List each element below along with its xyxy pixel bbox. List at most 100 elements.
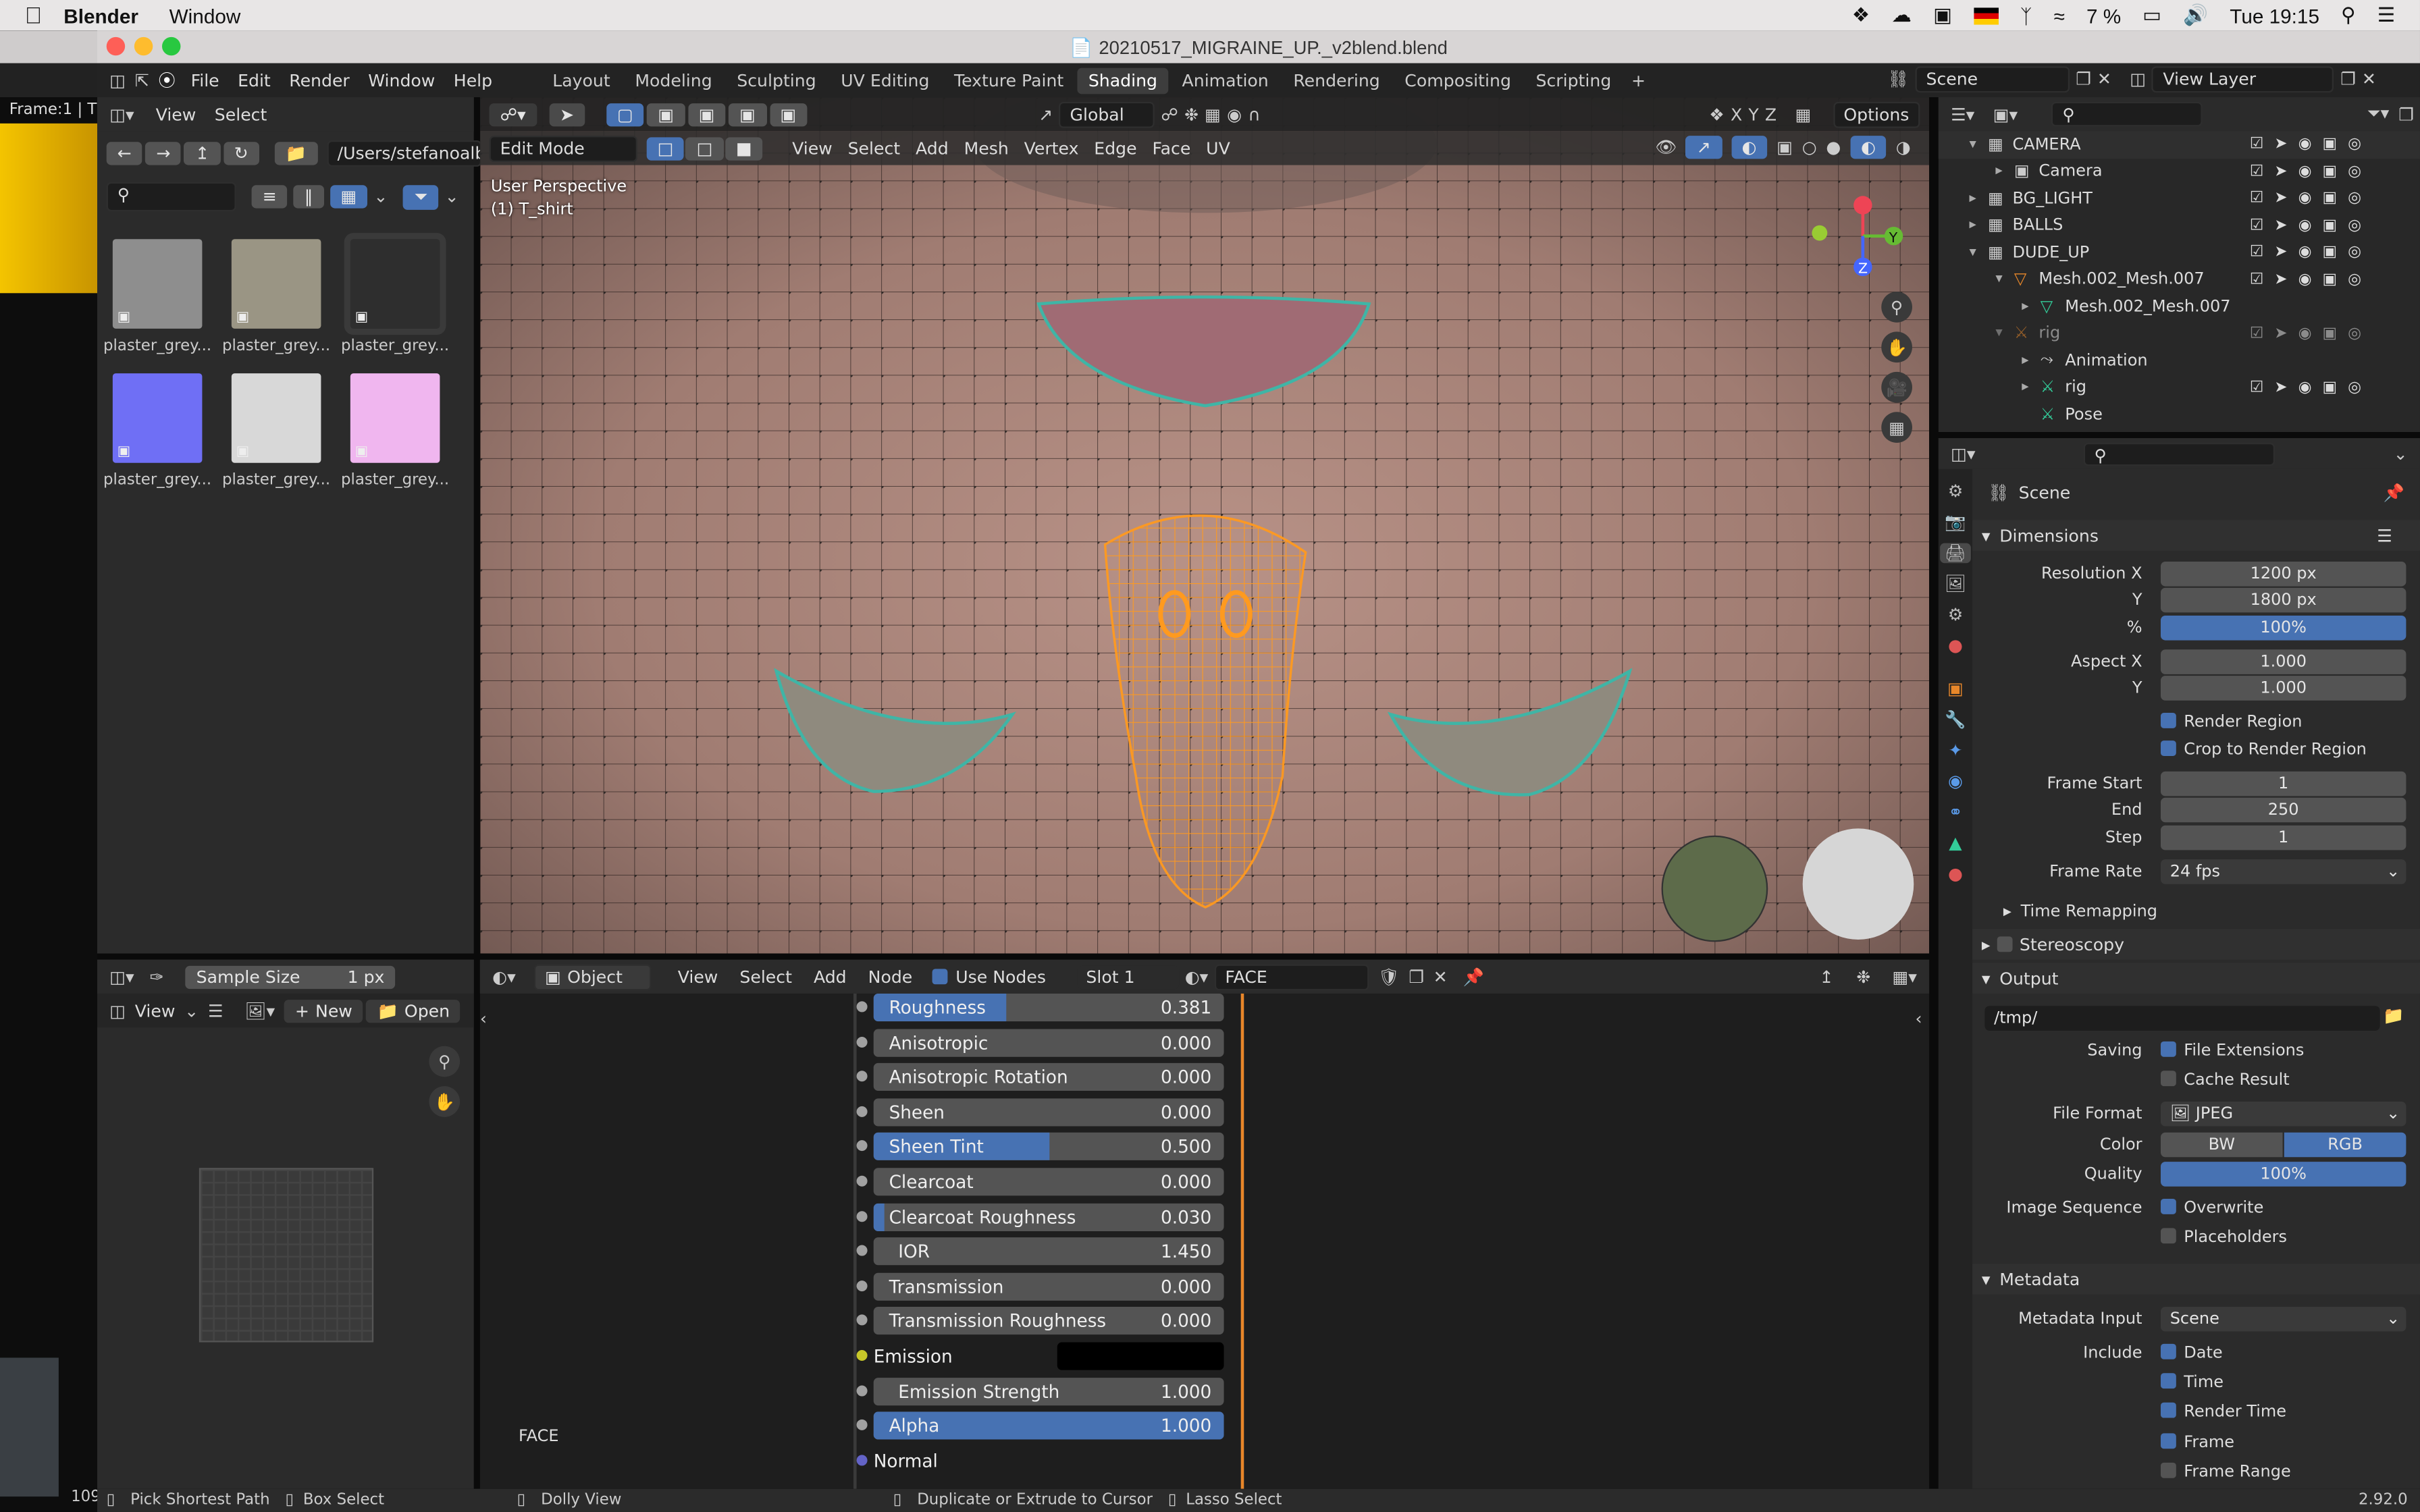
file-thumbnail[interactable]: ▣: [231, 373, 321, 463]
exclude-checkbox-icon[interactable]: ☑: [2250, 271, 2263, 288]
tab-compositing[interactable]: Compositing: [1394, 67, 1522, 93]
new-scene-icon[interactable]: ❐: [2076, 70, 2091, 90]
viewport-render[interactable]: [479, 97, 1930, 954]
metadata-date-checkbox[interactable]: Date: [2160, 1343, 2223, 1362]
pivot-icon[interactable]: ☍: [1161, 105, 1178, 125]
rendered-shading-icon[interactable]: ◑: [1896, 137, 1911, 157]
socket-slider[interactable]: Transmission 0.000: [873, 1272, 1224, 1301]
3d-viewport[interactable]: ☍▾ ➤ ▢ ▣ ▣ ▣ ▣ ↗ Global ☍ ❉ ▦ ◉ ∩ ❖ X Y …: [479, 97, 1930, 954]
folder-icon[interactable]: 📁: [2383, 1006, 2404, 1026]
eye-icon[interactable]: ◉: [2298, 217, 2312, 234]
file-thumbnail[interactable]: ▣: [350, 373, 440, 463]
expand-arrow-icon[interactable]: ▸: [1995, 164, 2014, 180]
res-pct-slider[interactable]: 100%: [2160, 615, 2406, 641]
node-socket-row[interactable]: Anisotropic 0.000: [856, 1027, 1242, 1062]
time-remapping-subpanel[interactable]: ▸ Time Remapping: [2003, 902, 2157, 921]
socket-slider[interactable]: Transmission Roughness 0.000: [873, 1307, 1224, 1336]
vertex-select-icon[interactable]: □: [646, 136, 685, 160]
fb-select-menu[interactable]: Select: [215, 104, 267, 124]
uv-grid[interactable]: [199, 1168, 374, 1343]
world-tab-icon[interactable]: ●: [1948, 636, 1963, 656]
particles-tab-icon[interactable]: ✦: [1948, 740, 1962, 761]
render-icon[interactable]: ◎: [2348, 136, 2361, 153]
node-socket-row[interactable]: Anisotropic Rotation 0.000: [856, 1062, 1242, 1097]
material-browse-icon[interactable]: ◐▾: [1185, 967, 1209, 987]
editor-type-icon[interactable]: ◫▾: [1951, 443, 1975, 464]
vp-menu-add[interactable]: Add: [916, 138, 949, 159]
quality-slider[interactable]: 100%: [2160, 1162, 2406, 1187]
zoom-button[interactable]: [161, 36, 181, 56]
node-socket-row[interactable]: Clearcoat 0.000: [856, 1166, 1242, 1202]
render-icon[interactable]: ◎: [2348, 325, 2361, 342]
editor-type-icon[interactable]: ◫▾: [109, 104, 134, 124]
exclude-checkbox-icon[interactable]: ☑: [2250, 190, 2263, 207]
exclude-checkbox-icon[interactable]: ☑: [2250, 379, 2263, 396]
snap-mode-icon[interactable]: ▦▾: [1892, 967, 1916, 987]
selectable-icon[interactable]: ➤: [2274, 244, 2287, 261]
res-y-field[interactable]: 1800 px: [2160, 587, 2406, 613]
zoom-icon[interactable]: ⚲: [429, 1046, 461, 1077]
exclude-checkbox-icon[interactable]: ☑: [2250, 217, 2263, 234]
pan-hand-icon[interactable]: ✋: [1881, 331, 1912, 363]
ie-view-menu[interactable]: View: [135, 1000, 176, 1021]
aspect-x-field[interactable]: 1.000: [2160, 649, 2406, 674]
render-tab-icon[interactable]: 📷: [1945, 512, 1966, 533]
node-socket[interactable]: [856, 1036, 868, 1048]
socket-slider[interactable]: IOR 1.450: [873, 1237, 1224, 1266]
viewport-icon[interactable]: ▣: [2323, 136, 2338, 153]
clock[interactable]: Tue 19:15: [2230, 4, 2319, 27]
file-thumbnail[interactable]: ▣: [231, 239, 321, 329]
file-thumbnail[interactable]: ▣: [112, 239, 203, 329]
scene-selector[interactable]: Scene: [1915, 66, 2070, 93]
socket-slider[interactable]: Clearcoat 0.000: [873, 1168, 1224, 1196]
tab-scripting[interactable]: Scripting: [1525, 67, 1622, 93]
delete-view-layer-icon[interactable]: ✕: [2362, 70, 2376, 90]
delete-scene-icon[interactable]: ✕: [2097, 70, 2111, 90]
fb-view-menu[interactable]: View: [156, 104, 196, 124]
outliner-row[interactable]: ⚔ Pose: [1939, 401, 2420, 428]
selectable-icon[interactable]: ➤: [2274, 190, 2287, 207]
list-horizontal-icon[interactable]: ‖: [293, 185, 324, 209]
socket-slider[interactable]: Anisotropic Rotation 0.000: [873, 1063, 1224, 1091]
mirror-y-toggle[interactable]: Y: [1748, 105, 1758, 125]
tab-texture-paint[interactable]: Texture Paint: [943, 67, 1074, 93]
material-tab-icon[interactable]: ●: [1948, 864, 1963, 884]
viewport-icon[interactable]: ▣: [2323, 163, 2338, 180]
outliner-row[interactable]: ▸ ▦ BG_LIGHT ☑ ➤ ◉ ▣ ◎: [1939, 185, 2420, 212]
cursor-icon[interactable]: ⇱: [135, 70, 149, 90]
expand-arrow-icon[interactable]: ▸: [1970, 218, 1988, 234]
render-icon[interactable]: ◎: [2348, 271, 2361, 288]
stereoscopy-panel-header[interactable]: ▸ Stereoscopy: [1972, 928, 2420, 960]
sample-size-field[interactable]: Sample Size 1 px: [185, 965, 396, 988]
selectable-icon[interactable]: ➤: [2274, 163, 2287, 180]
node-socket[interactable]: [856, 1210, 868, 1222]
tab-rendering[interactable]: Rendering: [1282, 67, 1390, 93]
battery-text[interactable]: 7 %: [2086, 4, 2121, 27]
menu-icon[interactable]: ☰: [208, 1000, 223, 1021]
eye-icon[interactable]: ◉: [2298, 325, 2312, 342]
vp-menu-select[interactable]: Select: [848, 138, 901, 159]
select-new-icon[interactable]: ▢: [606, 102, 644, 126]
node-socket-row[interactable]: Sheen 0.000: [856, 1097, 1242, 1132]
sidebar-toggle-icon[interactable]: ‹: [1916, 1009, 1922, 1029]
list-vertical-icon[interactable]: ≡: [251, 185, 288, 209]
blender-logo-icon[interactable]: ⦿: [159, 68, 176, 93]
properties-search-input[interactable]: ⚲: [2083, 441, 2275, 466]
object-tab-icon[interactable]: ▣: [1947, 679, 1964, 699]
presets-icon[interactable]: ☰: [2377, 525, 2392, 545]
selectable-icon[interactable]: ➤: [2274, 217, 2287, 234]
editor-type-icon[interactable]: ◫▾: [109, 967, 134, 987]
eye-icon[interactable]: ◉: [2298, 190, 2312, 207]
render-icon[interactable]: ◎: [2348, 217, 2361, 234]
menu-render[interactable]: Render: [289, 70, 350, 90]
color-bw-button[interactable]: BW: [2160, 1132, 2283, 1158]
outliner-row[interactable]: ▸ ▣ Camera ☑ ➤ ◉ ▣ ◎: [1939, 158, 2420, 185]
editor-type-icon[interactable]: ◫: [109, 70, 126, 90]
vp-menu-view[interactable]: View: [792, 138, 833, 159]
node-socket[interactable]: [856, 1001, 868, 1013]
edge-select-icon[interactable]: □: [685, 136, 724, 160]
outliner-row[interactable]: ▸ ▦ BALLS ☑ ➤ ◉ ▣ ◎: [1939, 212, 2420, 239]
airplay-icon[interactable]: ▣: [1933, 3, 1952, 28]
viewport-icon[interactable]: ▣: [2323, 190, 2338, 207]
frame-start-field[interactable]: 1: [2160, 771, 2406, 796]
